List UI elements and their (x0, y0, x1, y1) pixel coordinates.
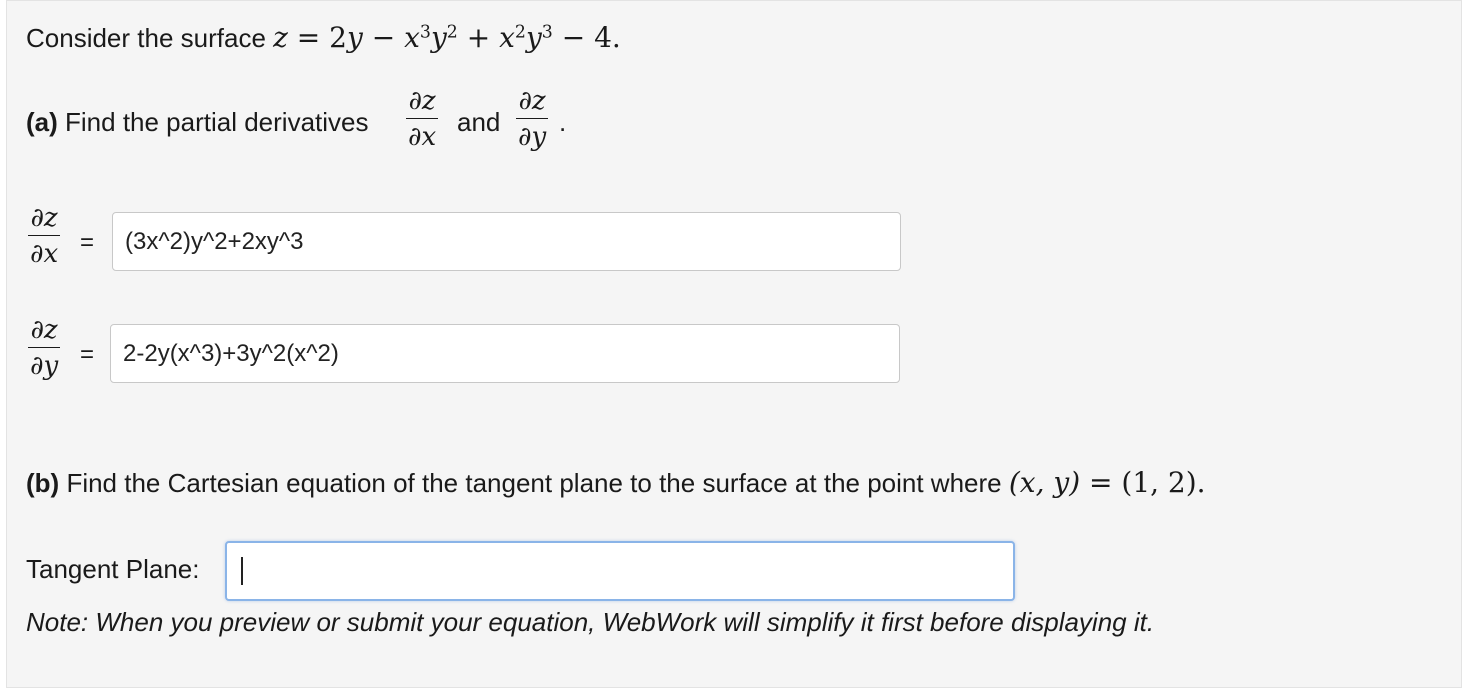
part-b-text: Find the Cartesian equation of the tange… (66, 468, 1002, 498)
dzdx-fraction-label: ∂z ∂x (28, 203, 61, 267)
dzdx-answer-input[interactable]: (3x^2)y^2+2xy^3 (112, 212, 901, 271)
dzdy-fraction-prompt: ∂z ∂y (516, 86, 549, 150)
fraction-numerator: ∂z (30, 203, 58, 233)
dzdy-answer-value: 2-2y(x^3)+3y^2(x^2) (123, 339, 339, 367)
dzdx-answer-value: (3x^2)y^2+2xy^3 (125, 227, 304, 255)
point-equation: (x, y) = (1, 2). (1008, 466, 1206, 499)
equals-sign: = (80, 341, 95, 368)
fraction-denominator: ∂y (516, 118, 549, 150)
surface-equation: z = 2y − x3y2 + x2y3 − 4. (273, 21, 621, 54)
text-cursor (241, 557, 243, 585)
intro-text: Consider the surface (26, 23, 266, 53)
dzdx-fraction-prompt: ∂z ∂x (406, 86, 439, 150)
dzdy-fraction-label: ∂z ∂y (28, 315, 61, 379)
fraction-denominator: ∂x (28, 235, 61, 267)
tangent-plane-input[interactable] (225, 541, 1015, 601)
fraction-denominator: ∂x (406, 118, 439, 150)
fraction-numerator: ∂z (408, 86, 436, 116)
part-a-label: (a) (26, 107, 58, 137)
part-a-period: . (559, 107, 567, 137)
tangent-plane-label: Tangent Plane: (26, 554, 200, 584)
equals-sign: = (80, 229, 95, 256)
fraction-numerator: ∂z (30, 315, 58, 345)
part-a-text: Find the partial derivatives (65, 107, 369, 137)
part-a-prompt: (a) Find the partial derivatives (26, 109, 369, 135)
fraction-denominator: ∂y (28, 347, 61, 379)
part-b-label: (b) (26, 468, 60, 498)
note-text: Note: When you preview or submit your eq… (26, 607, 1155, 637)
part-b-prompt: (b) Find the Cartesian equation of the t… (26, 469, 1206, 497)
part-a-and: and (457, 107, 501, 137)
surface-statement: Consider the surface z = 2y − x3y2 + x2y… (26, 24, 621, 52)
dzdy-answer-input[interactable]: 2-2y(x^3)+3y^2(x^2) (110, 324, 900, 383)
fraction-numerator: ∂z (518, 86, 546, 116)
